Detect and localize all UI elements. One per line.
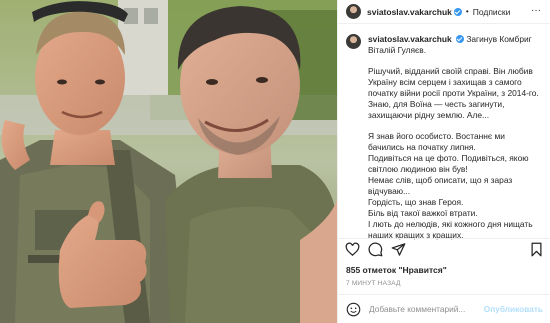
post-header: sviatoslav.vakarchuk • Подписки ··· [338, 0, 550, 24]
caption-section: sviatoslav.vakarchuk Загинув Комбриг Віт… [338, 24, 550, 260]
header-username[interactable]: sviatoslav.vakarchuk [367, 7, 452, 17]
following-button[interactable]: Подписки [473, 7, 511, 17]
caption-paragraph: Рішучий, відданий своїй справі. Він люби… [368, 66, 539, 120]
likes-count[interactable]: 855 отметок "Нравится" [346, 265, 447, 275]
more-options-icon[interactable]: ··· [531, 6, 541, 16]
header-separator: • [465, 7, 469, 16]
comment-box: Опубликовать [338, 294, 550, 323]
smiley-icon[interactable] [346, 302, 361, 317]
post-time[interactable]: 7 минут назад [346, 280, 401, 287]
post-photo[interactable] [0, 0, 337, 323]
instagram-post: sviatoslav.vakarchuk • Подписки ··· svia… [0, 0, 550, 323]
caption-avatar[interactable] [346, 34, 361, 49]
comment-icon[interactable] [368, 242, 383, 257]
photo-illustration [0, 0, 337, 323]
caption-verified-badge-icon [455, 35, 464, 43]
bookmark-icon[interactable] [529, 242, 544, 257]
heart-icon[interactable] [345, 242, 360, 257]
comment-input[interactable] [369, 304, 484, 314]
caption-row: sviatoslav.vakarchuk Загинув Комбриг Віт… [346, 34, 543, 241]
post-sidebar: sviatoslav.vakarchuk • Подписки ··· svia… [337, 0, 550, 323]
share-icon[interactable] [391, 242, 406, 257]
caption-paragraph: Я знав його особисто. Востаннє ми бачили… [368, 131, 533, 240]
caption-username[interactable]: sviatoslav.vakarchuk [368, 34, 452, 44]
publish-button[interactable]: Опубликовать [484, 304, 543, 314]
avatar[interactable] [346, 4, 361, 19]
caption-body: sviatoslav.vakarchuk Загинув Комбриг Віт… [368, 34, 543, 241]
action-bar [338, 238, 550, 260]
verified-badge-icon [453, 7, 462, 16]
